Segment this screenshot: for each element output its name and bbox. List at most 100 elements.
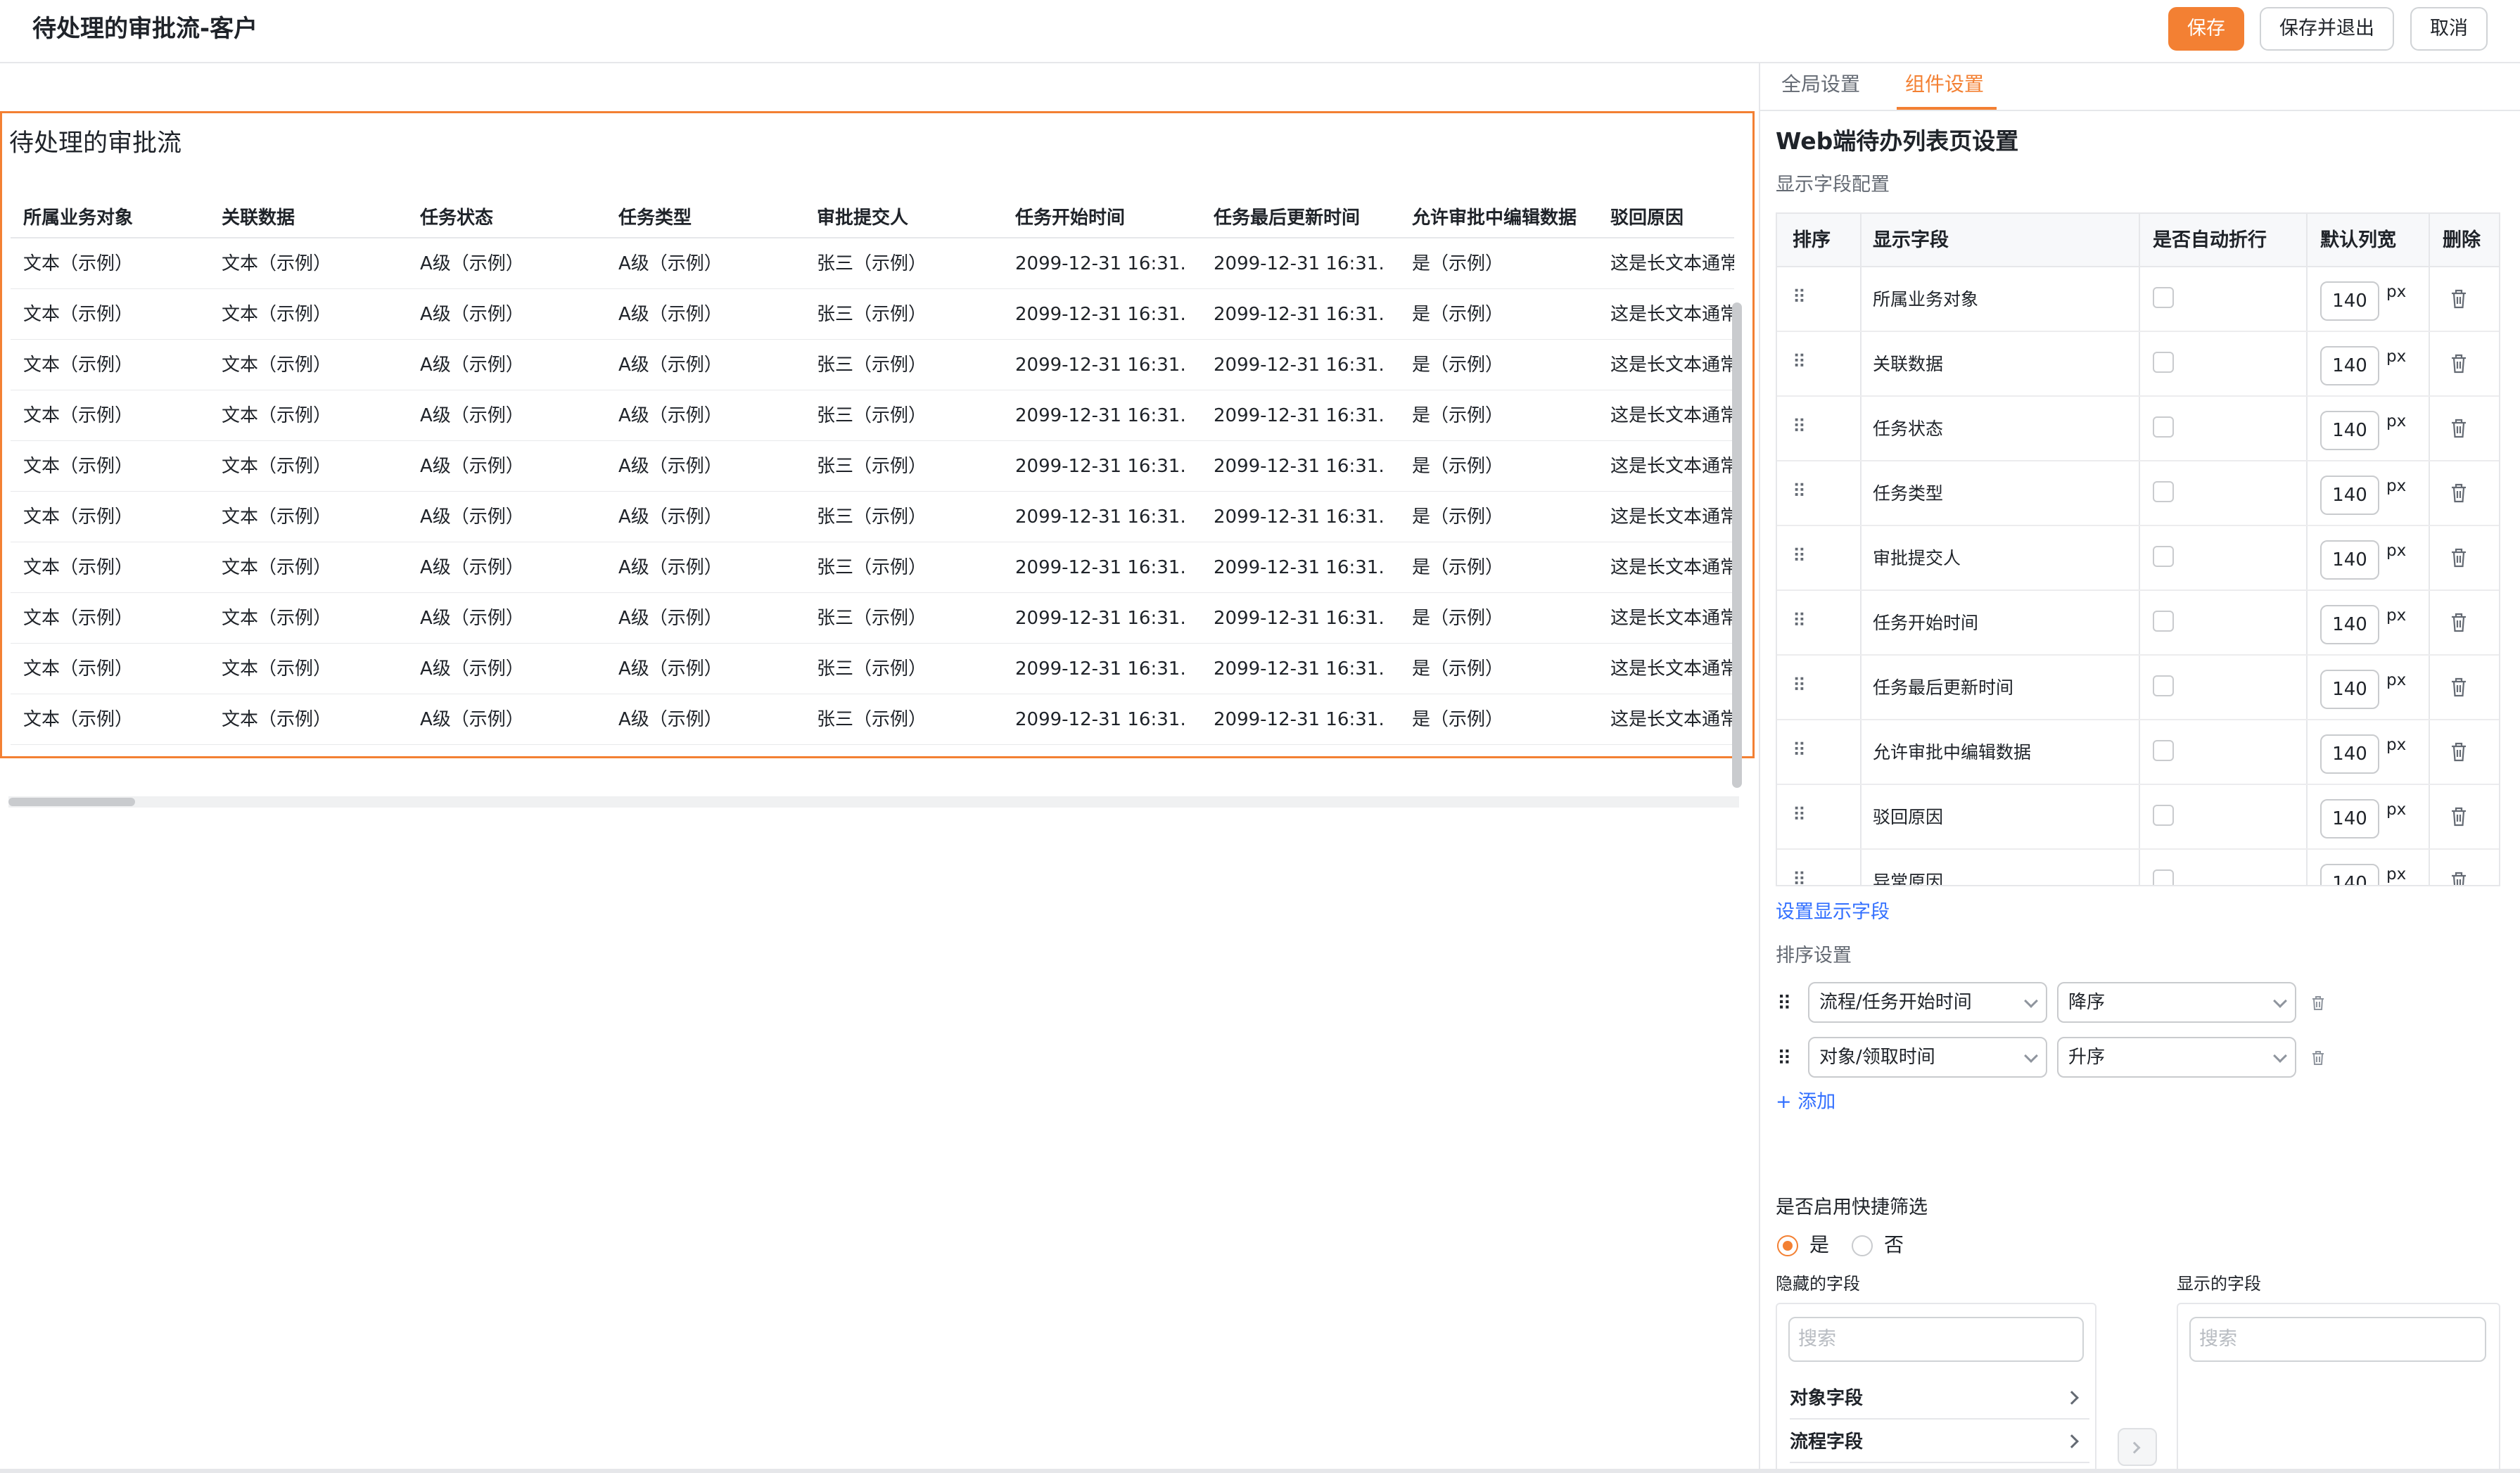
approval-list-widget[interactable]: 待处理的审批流 所属业务对象 关联数据 任务状态 任务类型 审批提交人 任务开始时间 任务最… [0,111,1755,758]
field-name: 任务状态 [1873,419,1944,439]
column-width-input[interactable] [2320,411,2379,450]
drag-handle-icon[interactable]: ⠿ [1793,287,1806,308]
drag-handle-icon[interactable]: ⠿ [1793,869,1806,885]
trash-icon[interactable] [2450,418,2468,439]
trash-icon[interactable] [2310,995,2326,1012]
column-width-input[interactable] [2320,670,2379,709]
column-header[interactable]: 任务开始时间 [1015,206,1125,230]
column-header[interactable]: 驳回原因 [1610,206,1684,230]
column-width-input[interactable] [2320,540,2379,580]
column-header[interactable]: 允许审批中编辑数据 [1412,206,1577,230]
column-header[interactable]: 任务最后更新时间 [1214,206,1360,230]
table-row[interactable]: 文本（示例） 文本（示例） A级（示例） A级（示例） 张三（示例） 2099-12-31… [11,238,1734,289]
group-process-fields[interactable]: 流程字段 [1790,1421,2089,1463]
table-row[interactable]: 文本（示例） 文本（示例） A级（示例） A级（示例） 张三（示例） 2099-12-31… [11,289,1734,340]
column-width-input[interactable] [2320,281,2379,321]
trash-icon[interactable] [2450,806,2468,827]
field-row: ⠿ 所属业务对象 px [1777,267,2499,332]
table-cell: 这是长文本通常 [1610,658,1734,680]
column-header[interactable]: 所属业务对象 [23,206,133,230]
trash-icon[interactable] [2450,612,2468,633]
drag-handle-icon[interactable]: ⠿ [1793,611,1806,632]
field-name: 任务开始时间 [1873,613,1979,633]
column-width-input[interactable] [2320,734,2379,774]
column-width-input[interactable] [2320,476,2379,515]
auto-wrap-checkbox[interactable] [2153,287,2174,308]
add-sort-rule-link[interactable]: + 添加 [1776,1089,1835,1116]
auto-wrap-checkbox[interactable] [2153,805,2174,826]
column-header[interactable]: 任务类型 [618,206,692,230]
quick-filter-yes-radio[interactable] [1777,1235,1798,1256]
hidden-fields-box: 搜索 对象字段 流程字段 [1776,1303,2096,1473]
sort-field-select[interactable]: 流程/任务开始时间 [1808,982,2047,1023]
vertical-scrollbar[interactable] [1732,302,1742,788]
table-cell: 是（示例） [1412,405,1504,426]
set-display-fields-link[interactable]: 设置显示字段 [1776,899,1890,926]
drag-handle-icon[interactable]: ⠿ [1793,352,1806,373]
auto-wrap-checkbox[interactable] [2153,869,2174,885]
column-width-input[interactable] [2320,605,2379,644]
move-right-button[interactable] [2118,1428,2157,1466]
auto-wrap-checkbox[interactable] [2153,416,2174,438]
quick-filter-no-radio[interactable] [1852,1235,1873,1256]
cancel-button[interactable]: 取消 [2410,7,2488,51]
table-cell: 文本（示例） [222,608,332,629]
drag-handle-icon[interactable]: ⠿ [1793,805,1806,826]
trash-icon[interactable] [2450,871,2468,886]
trash-icon[interactable] [2450,288,2468,310]
column-width-input[interactable] [2320,864,2379,885]
table-row[interactable]: 文本（示例） 文本（示例） A级（示例） A级（示例） 张三（示例） 2099-12-31… [11,492,1734,542]
drag-handle-icon[interactable]: ⠿ [1793,481,1806,502]
table-row[interactable]: 文本（示例） 文本（示例） A级（示例） A级（示例） 张三（示例） 2099-12-31… [11,340,1734,390]
drag-handle-icon[interactable]: ⠿ [1793,675,1806,696]
horizontal-scrollbar-thumb[interactable] [8,798,135,806]
auto-wrap-checkbox[interactable] [2153,481,2174,502]
group-object-fields[interactable]: 对象字段 [1790,1377,2089,1420]
column-width-input[interactable] [2320,346,2379,385]
trash-icon[interactable] [2450,353,2468,374]
tab-component-settings[interactable]: 组件设置 [1905,70,1984,98]
field-row: ⠿ 任务最后更新时间 px [1777,656,2499,720]
shown-fields-search-input[interactable]: 搜索 [2189,1317,2486,1362]
table-row[interactable]: 文本（示例） 文本（示例） A级（示例） A级（示例） 张三（示例） 2099-12-31… [11,390,1734,441]
table-cell: 这是长文本通常 [1610,253,1734,274]
table-cell: A级（示例） [618,304,723,325]
auto-wrap-checkbox[interactable] [2153,675,2174,696]
table-cell: A级（示例） [420,355,524,376]
auto-wrap-checkbox[interactable] [2153,611,2174,632]
table-row[interactable]: 文本（示例） 文本（示例） A级（示例） A级（示例） 张三（示例） 2099-12-31… [11,593,1734,644]
trash-icon[interactable] [2450,483,2468,504]
drag-handle-icon[interactable]: ⠿ [1793,740,1806,761]
column-header[interactable]: 审批提交人 [817,206,908,230]
sort-order-select[interactable]: 升序 [2057,1037,2296,1078]
column-header[interactable]: 任务状态 [420,206,493,230]
auto-wrap-checkbox[interactable] [2153,546,2174,567]
column-header[interactable]: 关联数据 [222,206,295,230]
auto-wrap-checkbox[interactable] [2153,352,2174,373]
table-cell: 2099-12-31 16:31… [1214,557,1382,578]
trash-icon[interactable] [2450,677,2468,698]
table-row[interactable]: 文本（示例） 文本（示例） A级（示例） A级（示例） 张三（示例） 2099-12-31… [11,694,1734,745]
save-and-exit-button[interactable]: 保存并退出 [2260,7,2394,51]
drag-handle-icon[interactable]: ⠿ [1777,1047,1792,1070]
drag-handle-icon[interactable]: ⠿ [1793,546,1806,567]
column-width-input[interactable] [2320,799,2379,838]
horizontal-scrollbar-track[interactable] [8,796,1739,808]
table-cell: A级（示例） [618,557,723,578]
sort-rule-row: ⠿ 流程/任务开始时间 降序 [1776,982,2338,1024]
trash-icon[interactable] [2310,1050,2326,1066]
sort-field-select[interactable]: 对象/领取时间 [1808,1037,2047,1078]
trash-icon[interactable] [2450,547,2468,568]
tab-global-settings[interactable]: 全局设置 [1781,70,1860,98]
table-row[interactable]: 文本（示例） 文本（示例） A级（示例） A级（示例） 张三（示例） 2099-12-31… [11,644,1734,694]
table-cell: A级（示例） [618,253,723,274]
trash-icon[interactable] [2450,741,2468,763]
drag-handle-icon[interactable]: ⠿ [1793,416,1806,438]
save-button[interactable]: 保存 [2168,7,2244,51]
hidden-fields-search-input[interactable]: 搜索 [1788,1317,2084,1362]
drag-handle-icon[interactable]: ⠿ [1777,992,1792,1015]
table-row[interactable]: 文本（示例） 文本（示例） A级（示例） A级（示例） 张三（示例） 2099-12-31… [11,542,1734,593]
auto-wrap-checkbox[interactable] [2153,740,2174,761]
sort-order-select[interactable]: 降序 [2057,982,2296,1023]
table-row[interactable]: 文本（示例） 文本（示例） A级（示例） A级（示例） 张三（示例） 2099-12-31… [11,441,1734,492]
